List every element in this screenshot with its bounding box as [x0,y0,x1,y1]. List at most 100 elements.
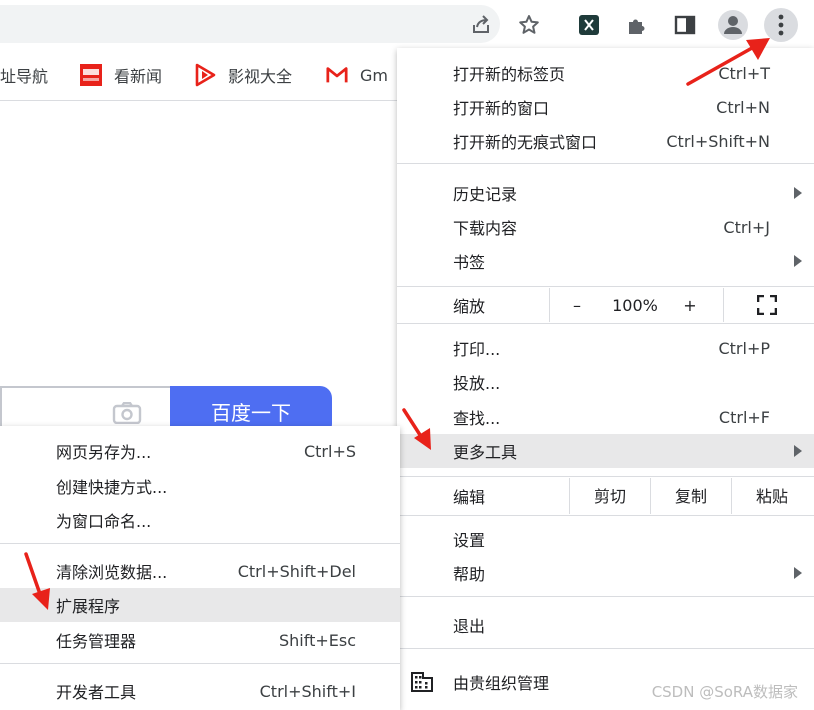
cell-divider [549,288,550,322]
bookmark-label: Gm [360,65,388,85]
menu-item-label: 打印... [453,340,501,359]
menu-item-shortcut: Ctrl+F [718,407,770,427]
menu-item-label: 更多工具 [453,443,518,462]
paste-button[interactable]: 粘贴 [732,478,812,512]
menu-divider [397,648,814,649]
annotation-arrow-icon [402,408,431,450]
bookmark-gmail[interactable]: Gm [326,62,388,88]
submenu-arrow-icon [794,187,802,199]
menu-item-shortcut: Ctrl+P [718,338,770,358]
menu-item-label: 扩展程序 [56,597,121,616]
bookmark-news[interactable]: 看新闻 [80,62,162,88]
menu-divider [0,543,400,544]
menu-item-label: 任务管理器 [56,632,137,651]
menu-item-shortcut: Ctrl+N [716,97,770,117]
menu-item-label: 下载内容 [453,219,518,238]
menu-divider [397,163,814,164]
menu-item-label: 帮助 [453,565,486,584]
menu-item-extensions[interactable]: 扩展程序 [0,588,400,622]
menu-item-name-window[interactable]: 为窗口命名... [0,503,400,537]
menu-divider [397,323,814,324]
menu-item-downloads[interactable]: 下载内容 Ctrl+J [397,210,814,244]
menu-item-more-tools[interactable]: 更多工具 [397,434,814,468]
bookmark-label: 影视大全 [228,67,293,86]
x-extension-icon[interactable] [572,8,606,42]
menu-item-settings[interactable]: 设置 [397,522,814,556]
menu-item-cast[interactable]: 投放... [397,365,814,399]
menu-item-label: 开发者工具 [56,683,137,702]
menu-item-label: 创建快捷方式... [56,478,168,497]
annotation-arrow-icon [24,552,50,610]
puzzle-icon[interactable] [620,8,654,42]
menu-item-label: 设置 [453,531,486,550]
bookmark-videos[interactable]: 影视大全 [194,62,292,88]
cut-button[interactable]: 剪切 [570,478,650,512]
menu-item-label: 编辑 [453,488,486,507]
menu-item-label: 为窗口命名... [56,512,152,531]
menu-item-label: 网页另存为... [56,443,152,462]
menu-divider [397,286,814,287]
menu-item-label: 投放... [453,374,501,393]
menu-item-label: 查找... [453,409,501,428]
menu-item-label: 清除浏览数据... [56,563,168,582]
share-icon[interactable] [464,8,498,42]
menu-divider [397,596,814,597]
fullscreen-icon[interactable] [747,288,787,322]
toutiao-icon [80,64,102,86]
bookmark-label: 址导航 [0,67,49,86]
menu-item-label: 书签 [453,253,486,272]
chrome-main-menu: 打开新的标签页 Ctrl+T 打开新的窗口 Ctrl+N 打开新的无痕式窗口 C… [397,48,814,710]
zoom-in-button[interactable]: + [673,288,707,322]
bookmark-nav[interactable]: 址导航 [0,62,48,88]
zoom-level: 100% [612,295,658,315]
browser-window: 址导航 看新闻 影视大全 Gm 百度一下 打开新的标签页 Ctrl+T 打开新的… [0,0,814,710]
menu-item-save-page[interactable]: 网页另存为... Ctrl+S [0,434,400,468]
menu-item-shortcut: Ctrl+Shift+N [666,131,770,151]
menu-item-task-manager[interactable]: 任务管理器 Shift+Esc [0,623,400,657]
menu-item-find[interactable]: 查找... Ctrl+F [397,400,814,434]
menu-item-new-window[interactable]: 打开新的窗口 Ctrl+N [397,90,814,124]
menu-item-label: 退出 [453,617,486,636]
menu-item-shortcut: Ctrl+Shift+I [259,681,356,701]
copy-button[interactable]: 复制 [651,478,731,512]
camera-icon[interactable] [112,402,142,424]
menu-item-label: 打开新的窗口 [453,99,550,118]
zoom-out-button[interactable]: – [559,288,595,322]
menu-item-clear-data[interactable]: 清除浏览数据... Ctrl+Shift+Del [0,554,400,588]
menu-item-dev-tools[interactable]: 开发者工具 Ctrl+Shift+I [0,674,400,708]
menu-divider [397,515,814,516]
menu-divider [397,476,814,477]
menu-item-incognito[interactable]: 打开新的无痕式窗口 Ctrl+Shift+N [397,124,814,158]
menu-item-label: 打开新的标签页 [453,65,566,84]
menu-item-shortcut: Shift+Esc [278,630,356,650]
address-bar[interactable] [0,5,500,43]
menu-item-label: 缩放 [453,297,486,316]
menu-item-label: 由贵组织管理 [453,674,550,693]
submenu-arrow-icon [794,445,802,457]
menu-item-shortcut: Ctrl+Shift+Del [237,561,356,581]
menu-item-shortcut: Ctrl+S [303,441,356,461]
bookmark-label: 看新闻 [114,67,163,86]
gmail-icon [326,64,348,86]
building-icon [411,672,433,692]
search-button-label: 百度一下 [211,400,291,425]
play-icon [194,63,216,87]
menu-divider [0,663,400,664]
more-tools-submenu: 网页另存为... Ctrl+S 创建快捷方式... 为窗口命名... 清除浏览数… [0,426,400,710]
submenu-arrow-icon [794,567,802,579]
star-icon[interactable] [512,8,546,42]
menu-item-history[interactable]: 历史记录 [397,176,814,210]
menu-row-zoom: 缩放 – 100% + [397,288,814,322]
menu-row-edit: 编辑 剪切 复制 粘贴 [397,478,814,514]
menu-item-print[interactable]: 打印... Ctrl+P [397,331,814,365]
annotation-arrow-icon [686,38,770,86]
menu-item-bookmarks[interactable]: 书签 [397,244,814,278]
menu-item-label: 打开新的无痕式窗口 [453,133,598,152]
watermark: CSDN @SoRA数据家 [651,683,798,701]
menu-item-exit[interactable]: 退出 [397,608,814,642]
cell-divider [723,288,724,322]
submenu-arrow-icon [794,255,802,267]
menu-item-help[interactable]: 帮助 [397,556,814,590]
menu-item-shortcut: Ctrl+J [723,217,770,237]
menu-item-create-shortcut[interactable]: 创建快捷方式... [0,469,400,503]
